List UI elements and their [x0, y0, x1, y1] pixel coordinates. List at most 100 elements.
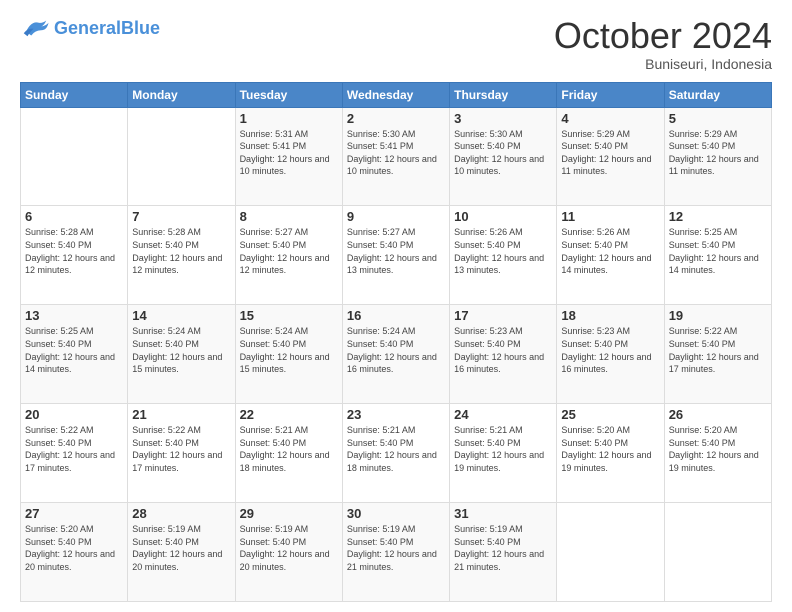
calendar-cell: 22 Sunrise: 5:21 AM Sunset: 5:40 PM Dayli… [235, 404, 342, 503]
day-number: 19 [669, 308, 767, 323]
calendar-cell: 19Sunrise: 5:22 AM Sunset: 5:40 PM Dayli… [664, 305, 771, 404]
day-info: Sunrise: 5:31 AM Sunset: 5:41 PM Dayligh… [240, 128, 338, 178]
day-info: Sunrise: 5:22 AM Sunset: 5:40 PM Dayligh… [132, 424, 230, 474]
logo: GeneralBlue [20, 16, 160, 40]
day-number: 11 [561, 209, 659, 224]
day-info: Sunrise: 5:20 AM Sunset: 5:40 PM Dayligh… [25, 523, 123, 573]
day-info: Sunrise: 5:29 AM Sunset: 5:40 PM Dayligh… [561, 128, 659, 178]
day-number: 7 [132, 209, 230, 224]
calendar-cell: 5 Sunrise: 5:29 AM Sunset: 5:40 PM Daylig… [664, 107, 771, 206]
location: Buniseuri, Indonesia [554, 56, 772, 72]
calendar-cell: 29 Sunrise: 5:19 AM Sunset: 5:40 PM Dayli… [235, 503, 342, 602]
day-number: 10 [454, 209, 552, 224]
day-number: 9 [347, 209, 445, 224]
calendar-cell: 13Sunrise: 5:25 AM Sunset: 5:40 PM Dayli… [21, 305, 128, 404]
day-info: Sunrise: 5:23 AM Sunset: 5:40 PM Dayligh… [454, 325, 552, 375]
day-info: Sunrise: 5:28 AM Sunset: 5:40 PM Dayligh… [25, 226, 123, 276]
day-info: Sunrise: 5:27 AM Sunset: 5:40 PM Dayligh… [240, 226, 338, 276]
day-info: Sunrise: 5:27 AM Sunset: 5:40 PM Dayligh… [347, 226, 445, 276]
page: GeneralBlue October 2024 Buniseuri, Indo… [0, 0, 792, 612]
weekday-header-saturday: Saturday [664, 82, 771, 107]
calendar-cell: 15Sunrise: 5:24 AM Sunset: 5:40 PM Dayli… [235, 305, 342, 404]
header: GeneralBlue October 2024 Buniseuri, Indo… [20, 16, 772, 72]
calendar-cell: 4 Sunrise: 5:29 AM Sunset: 5:40 PM Daylig… [557, 107, 664, 206]
day-number: 2 [347, 111, 445, 126]
day-info: Sunrise: 5:19 AM Sunset: 5:40 PM Dayligh… [454, 523, 552, 573]
day-info: Sunrise: 5:19 AM Sunset: 5:40 PM Dayligh… [240, 523, 338, 573]
day-number: 24 [454, 407, 552, 422]
calendar-cell: 2 Sunrise: 5:30 AM Sunset: 5:41 PM Daylig… [342, 107, 449, 206]
calendar-cell: 25Sunrise: 5:20 AM Sunset: 5:40 PM Dayli… [557, 404, 664, 503]
calendar-cell: 20 Sunrise: 5:22 AM Sunset: 5:40 PM Dayli… [21, 404, 128, 503]
day-info: Sunrise: 5:20 AM Sunset: 5:40 PM Dayligh… [669, 424, 767, 474]
day-info: Sunrise: 5:30 AM Sunset: 5:40 PM Dayligh… [454, 128, 552, 178]
day-number: 20 [25, 407, 123, 422]
day-info: Sunrise: 5:29 AM Sunset: 5:40 PM Dayligh… [669, 128, 767, 178]
day-number: 26 [669, 407, 767, 422]
calendar-cell: 30 Sunrise: 5:19 AM Sunset: 5:40 PM Dayli… [342, 503, 449, 602]
weekday-header-wednesday: Wednesday [342, 82, 449, 107]
day-info: Sunrise: 5:23 AM Sunset: 5:40 PM Dayligh… [561, 325, 659, 375]
calendar-cell: 27 Sunrise: 5:20 AM Sunset: 5:40 PM Dayli… [21, 503, 128, 602]
day-info: Sunrise: 5:21 AM Sunset: 5:40 PM Dayligh… [454, 424, 552, 474]
day-info: Sunrise: 5:25 AM Sunset: 5:40 PM Dayligh… [669, 226, 767, 276]
day-number: 30 [347, 506, 445, 521]
month-title: October 2024 [554, 16, 772, 56]
calendar-cell: 24 Sunrise: 5:21 AM Sunset: 5:40 PM Dayli… [450, 404, 557, 503]
calendar-cell: 12 Sunrise: 5:25 AM Sunset: 5:40 PM Dayli… [664, 206, 771, 305]
calendar-week-row: 13Sunrise: 5:25 AM Sunset: 5:40 PM Dayli… [21, 305, 772, 404]
day-info: Sunrise: 5:20 AM Sunset: 5:40 PM Dayligh… [561, 424, 659, 474]
day-info: Sunrise: 5:21 AM Sunset: 5:40 PM Dayligh… [347, 424, 445, 474]
day-number: 12 [669, 209, 767, 224]
calendar-cell: 18 Sunrise: 5:23 AM Sunset: 5:40 PM Dayli… [557, 305, 664, 404]
day-number: 27 [25, 506, 123, 521]
day-number: 23 [347, 407, 445, 422]
calendar-week-row: 27 Sunrise: 5:20 AM Sunset: 5:40 PM Dayli… [21, 503, 772, 602]
calendar-cell: 9 Sunrise: 5:27 AM Sunset: 5:40 PM Daylig… [342, 206, 449, 305]
day-info: Sunrise: 5:19 AM Sunset: 5:40 PM Dayligh… [132, 523, 230, 573]
day-info: Sunrise: 5:30 AM Sunset: 5:41 PM Dayligh… [347, 128, 445, 178]
day-number: 4 [561, 111, 659, 126]
title-area: October 2024 Buniseuri, Indonesia [554, 16, 772, 72]
weekday-header-sunday: Sunday [21, 82, 128, 107]
calendar-cell: 7 Sunrise: 5:28 AM Sunset: 5:40 PM Daylig… [128, 206, 235, 305]
calendar-cell: 8 Sunrise: 5:27 AM Sunset: 5:40 PM Daylig… [235, 206, 342, 305]
calendar-cell [664, 503, 771, 602]
day-number: 28 [132, 506, 230, 521]
calendar-week-row: 1 Sunrise: 5:31 AM Sunset: 5:41 PM Daylig… [21, 107, 772, 206]
calendar-cell [128, 107, 235, 206]
calendar-cell: 1 Sunrise: 5:31 AM Sunset: 5:41 PM Daylig… [235, 107, 342, 206]
day-number: 18 [561, 308, 659, 323]
calendar-cell: 6 Sunrise: 5:28 AM Sunset: 5:40 PM Daylig… [21, 206, 128, 305]
day-info: Sunrise: 5:19 AM Sunset: 5:40 PM Dayligh… [347, 523, 445, 573]
calendar-cell: 16Sunrise: 5:24 AM Sunset: 5:40 PM Dayli… [342, 305, 449, 404]
day-info: Sunrise: 5:25 AM Sunset: 5:40 PM Dayligh… [25, 325, 123, 375]
calendar-cell: 14 Sunrise: 5:24 AM Sunset: 5:40 PM Dayli… [128, 305, 235, 404]
day-info: Sunrise: 5:28 AM Sunset: 5:40 PM Dayligh… [132, 226, 230, 276]
day-number: 14 [132, 308, 230, 323]
day-number: 6 [25, 209, 123, 224]
day-number: 31 [454, 506, 552, 521]
day-info: Sunrise: 5:21 AM Sunset: 5:40 PM Dayligh… [240, 424, 338, 474]
day-number: 15 [240, 308, 338, 323]
day-number: 29 [240, 506, 338, 521]
day-number: 17 [454, 308, 552, 323]
logo-text: GeneralBlue [54, 19, 160, 37]
day-number: 5 [669, 111, 767, 126]
calendar-week-row: 20 Sunrise: 5:22 AM Sunset: 5:40 PM Dayli… [21, 404, 772, 503]
calendar-cell: 21Sunrise: 5:22 AM Sunset: 5:40 PM Dayli… [128, 404, 235, 503]
day-info: Sunrise: 5:26 AM Sunset: 5:40 PM Dayligh… [561, 226, 659, 276]
calendar-cell: 10 Sunrise: 5:26 AM Sunset: 5:40 PM Dayli… [450, 206, 557, 305]
day-number: 8 [240, 209, 338, 224]
weekday-header-tuesday: Tuesday [235, 82, 342, 107]
calendar-cell [557, 503, 664, 602]
day-info: Sunrise: 5:26 AM Sunset: 5:40 PM Dayligh… [454, 226, 552, 276]
calendar-cell: 31 Sunrise: 5:19 AM Sunset: 5:40 PM Dayli… [450, 503, 557, 602]
day-number: 1 [240, 111, 338, 126]
calendar-table: SundayMondayTuesdayWednesdayThursdayFrid… [20, 82, 772, 602]
day-number: 22 [240, 407, 338, 422]
calendar-cell: 23 Sunrise: 5:21 AM Sunset: 5:40 PM Dayli… [342, 404, 449, 503]
day-info: Sunrise: 5:24 AM Sunset: 5:40 PM Dayligh… [347, 325, 445, 375]
day-info: Sunrise: 5:22 AM Sunset: 5:40 PM Dayligh… [25, 424, 123, 474]
day-info: Sunrise: 5:24 AM Sunset: 5:40 PM Dayligh… [132, 325, 230, 375]
